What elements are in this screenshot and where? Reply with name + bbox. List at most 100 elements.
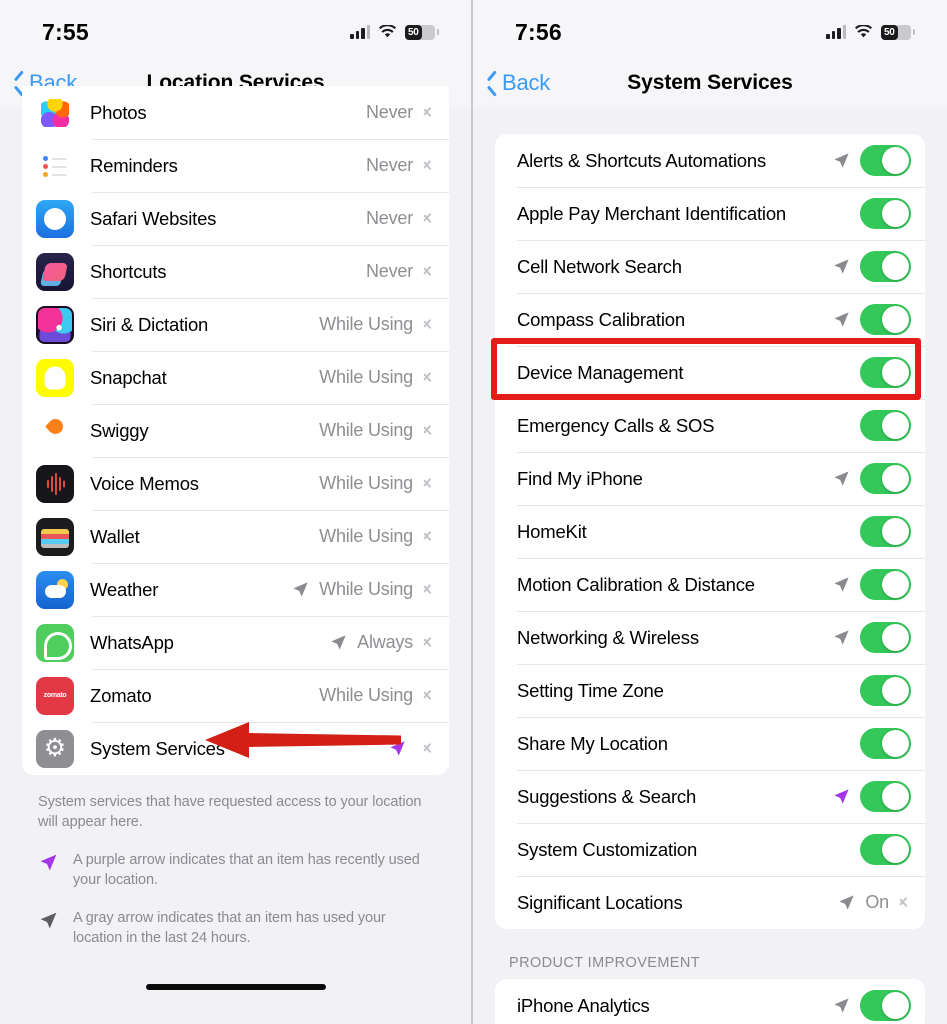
settings-scroll-area-left[interactable]: Photos Never Reminders Never Safari Webs… xyxy=(0,86,471,1002)
list-item-system-services[interactable]: System Services xyxy=(22,722,449,775)
gray-location-arrow-icon xyxy=(832,151,851,170)
toggle-switch[interactable] xyxy=(860,145,911,176)
toggle-switch[interactable] xyxy=(860,410,911,441)
toggle-switch[interactable] xyxy=(860,675,911,706)
toggle-switch[interactable] xyxy=(860,622,911,653)
list-item[interactable]: Alerts & Shortcuts Automations xyxy=(495,134,925,187)
home-indicator xyxy=(145,984,326,990)
gray-location-arrow-icon xyxy=(832,575,851,594)
list-item[interactable]: Siri & Dictation While Using xyxy=(22,298,449,351)
cellular-bars-icon xyxy=(350,25,370,39)
list-item-value: Never xyxy=(365,208,413,228)
chevron-left-icon xyxy=(487,74,498,93)
list-item-label: Compass Calibration xyxy=(517,308,685,330)
list-item[interactable]: Networking & Wireless xyxy=(495,611,925,664)
list-item[interactable]: Swiggy While Using xyxy=(22,404,449,457)
toggle-switch[interactable] xyxy=(860,463,911,494)
battery-percentage: 50 xyxy=(408,26,419,38)
list-item[interactable]: Weather While Using xyxy=(22,563,449,616)
list-item-label: Safari Websites xyxy=(90,207,217,229)
list-item-label: Voice Memos xyxy=(90,472,199,494)
chevron-right-icon xyxy=(423,370,433,386)
toggle-switch[interactable] xyxy=(860,198,911,229)
list-item[interactable]: Wallet While Using xyxy=(22,510,449,563)
chevron-right-icon xyxy=(423,741,433,757)
list-item-label: System Services xyxy=(90,737,225,759)
back-button[interactable]: Back xyxy=(487,70,550,96)
list-item[interactable]: Device Management xyxy=(495,346,925,399)
list-item-label: Apple Pay Merchant Identification xyxy=(517,202,787,224)
list-item-label: Reminders xyxy=(90,154,178,176)
gray-location-arrow-icon xyxy=(38,908,59,948)
toggle-switch[interactable] xyxy=(860,569,911,600)
list-item[interactable]: Suggestions & Search xyxy=(495,770,925,823)
list-item-label: Swiggy xyxy=(90,419,149,441)
list-item[interactable]: Voice Memos While Using xyxy=(22,457,449,510)
toggle-switch[interactable] xyxy=(860,834,911,865)
list-item[interactable]: Shortcuts Never xyxy=(22,245,449,298)
list-item-compass-calibration[interactable]: Compass Calibration xyxy=(495,293,925,346)
list-item-iphone-analytics[interactable]: iPhone Analytics xyxy=(495,979,925,1024)
footer-description: System services that have requested acce… xyxy=(38,794,422,830)
chevron-right-icon xyxy=(423,529,433,545)
toggle-switch[interactable] xyxy=(860,357,911,388)
list-item[interactable]: WhatsApp Always xyxy=(22,616,449,669)
system-services-icon xyxy=(36,729,74,768)
toggle-switch[interactable] xyxy=(860,251,911,282)
toggle-switch[interactable] xyxy=(860,516,911,547)
chevron-right-icon xyxy=(899,895,909,911)
zomato-app-icon: zomato xyxy=(36,676,74,715)
list-item-label: Share My Location xyxy=(517,732,668,754)
purple-location-arrow-icon xyxy=(388,739,407,758)
list-item-value: While Using xyxy=(319,473,413,493)
chevron-right-icon xyxy=(423,317,433,333)
list-item[interactable]: Find My iPhone xyxy=(495,452,925,505)
list-item[interactable]: Motion Calibration & Distance xyxy=(495,558,925,611)
list-item-label: Snapchat xyxy=(90,366,167,388)
chevron-right-icon xyxy=(423,423,433,439)
chevron-right-icon xyxy=(423,105,433,121)
list-item-value: While Using xyxy=(319,420,413,440)
chevron-right-icon xyxy=(423,635,433,651)
list-item[interactable]: Reminders Never xyxy=(22,139,449,192)
whatsapp-app-icon xyxy=(36,623,74,662)
settings-scroll-area-right[interactable]: Alerts & Shortcuts Automations Apple Pay… xyxy=(473,134,947,1024)
toggle-switch[interactable] xyxy=(860,728,911,759)
wifi-icon xyxy=(854,24,873,39)
list-item[interactable]: Photos Never xyxy=(22,86,449,139)
legend-text: A purple arrow indicates that an item ha… xyxy=(73,852,420,888)
list-item[interactable]: zomato Zomato While Using xyxy=(22,669,449,722)
list-item[interactable]: Share My Location xyxy=(495,717,925,770)
legend-item-gray: A gray arrow indicates that an item has … xyxy=(38,908,437,948)
status-bar-right: 7:56 50 xyxy=(473,0,947,58)
list-item-value: Never xyxy=(365,155,413,175)
nav-bar-right: Back System Services xyxy=(473,58,947,108)
list-item[interactable]: Safari Websites Never xyxy=(22,192,449,245)
list-item-value: While Using xyxy=(319,367,413,387)
list-item-label: Wallet xyxy=(90,525,140,547)
list-item[interactable]: HomeKit xyxy=(495,505,925,558)
battery-icon: 50 xyxy=(881,24,915,40)
wifi-icon xyxy=(378,24,397,39)
list-item-label: WhatsApp xyxy=(90,631,174,653)
list-item[interactable]: Snapchat While Using xyxy=(22,351,449,404)
battery-percentage: 50 xyxy=(884,26,895,38)
location-services-footer: System services that have requested acce… xyxy=(38,792,437,948)
toggle-switch[interactable] xyxy=(860,990,911,1021)
list-item[interactable]: System Customization xyxy=(495,823,925,876)
toggle-switch[interactable] xyxy=(860,304,911,335)
list-item-significant-locations[interactable]: Significant Locations On xyxy=(495,876,925,929)
product-improvement-list: iPhone Analytics xyxy=(495,979,925,1024)
list-item-label: iPhone Analytics xyxy=(517,994,650,1016)
list-item-value: While Using xyxy=(319,685,413,705)
list-item-label: Alerts & Shortcuts Automations xyxy=(517,149,767,171)
list-item[interactable]: Cell Network Search xyxy=(495,240,925,293)
list-item[interactable]: Setting Time Zone xyxy=(495,664,925,717)
shortcuts-app-icon xyxy=(36,252,74,291)
list-item[interactable]: Emergency Calls & SOS xyxy=(495,399,925,452)
list-item-value: On xyxy=(865,892,889,912)
list-item-value: While Using xyxy=(319,314,413,334)
list-item[interactable]: Apple Pay Merchant Identification xyxy=(495,187,925,240)
list-item-label: Cell Network Search xyxy=(517,255,682,277)
toggle-switch[interactable] xyxy=(860,781,911,812)
